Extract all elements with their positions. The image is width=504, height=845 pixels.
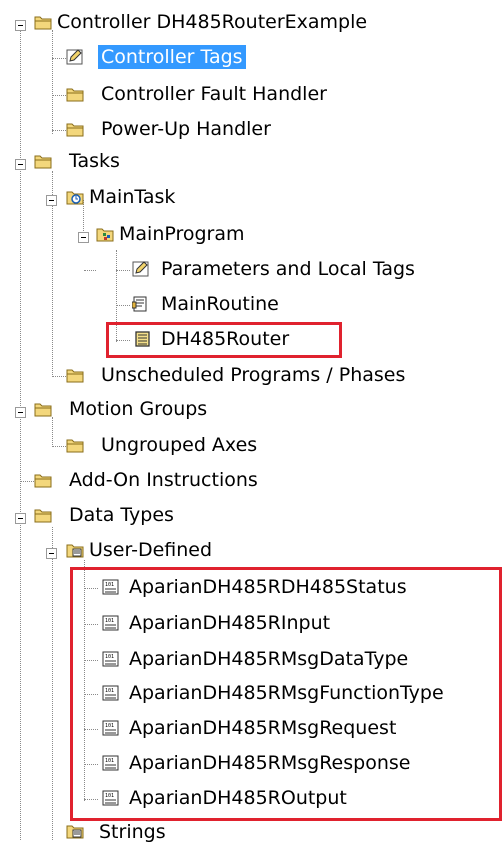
tree-node-controller-tags[interactable]: Controller Tags bbox=[0, 43, 280, 73]
tree-label: MainProgram bbox=[119, 223, 245, 245]
folder-icon bbox=[66, 123, 84, 137]
tree-node-main-routine[interactable]: MainRoutine bbox=[0, 290, 310, 320]
collapse-icon[interactable] bbox=[15, 20, 26, 31]
tree-label: Controller DH485RouterExample bbox=[57, 11, 368, 33]
tree-node-data-types[interactable]: Data Types bbox=[0, 501, 220, 531]
tree-label: Add-On Instructions bbox=[69, 469, 258, 491]
tree-node-main-task[interactable]: MainTask bbox=[0, 183, 220, 213]
tree-label: Controller Fault Handler bbox=[101, 83, 327, 105]
folder-icon bbox=[34, 403, 52, 417]
tree-label: MainRoutine bbox=[161, 293, 279, 315]
tree-label: Unscheduled Programs / Phases bbox=[101, 364, 406, 386]
tree-node-parameters-local-tags[interactable]: Parameters and Local Tags bbox=[0, 255, 460, 285]
folder-icon bbox=[66, 439, 84, 453]
highlight-box bbox=[70, 567, 502, 821]
collapse-icon[interactable] bbox=[46, 548, 57, 559]
tree-label: Parameters and Local Tags bbox=[161, 258, 415, 280]
tree-node-add-on-instructions[interactable]: Add-On Instructions bbox=[0, 466, 300, 496]
tree-node-power-up-handler[interactable]: Power-Up Handler bbox=[0, 115, 320, 145]
folder-icon bbox=[34, 155, 52, 169]
tree-node-unscheduled-programs[interactable]: Unscheduled Programs / Phases bbox=[0, 361, 450, 391]
collapse-icon[interactable] bbox=[46, 195, 57, 206]
collapse-icon[interactable] bbox=[15, 513, 26, 524]
controller-organizer-tree: Controller DH485RouterExample Controller… bbox=[0, 0, 504, 845]
folder-icon bbox=[34, 16, 52, 30]
tree-label: Tasks bbox=[69, 150, 120, 172]
program-icon bbox=[96, 228, 114, 242]
folder-icon bbox=[34, 509, 52, 523]
tags-icon bbox=[132, 261, 149, 277]
folder-icon bbox=[34, 474, 52, 488]
tree-label: Data Types bbox=[69, 504, 174, 526]
tree-node-main-program[interactable]: MainProgram bbox=[0, 220, 260, 250]
collapse-icon[interactable] bbox=[15, 407, 26, 418]
tree-node-controller[interactable]: Controller DH485RouterExample bbox=[0, 8, 380, 38]
tree-node-controller-fault-handler[interactable]: Controller Fault Handler bbox=[0, 80, 380, 110]
tree-node-user-defined[interactable]: User-Defined bbox=[0, 536, 260, 566]
tree-label: Ungrouped Axes bbox=[101, 434, 258, 456]
datatype-icon bbox=[66, 544, 84, 558]
tree-label: MainTask bbox=[89, 186, 176, 208]
tree-node-tasks[interactable]: Tasks bbox=[0, 147, 200, 177]
tree-label: User-Defined bbox=[89, 539, 213, 561]
folder-icon bbox=[66, 369, 84, 383]
collapse-icon[interactable] bbox=[15, 159, 26, 170]
highlight-box bbox=[106, 322, 342, 358]
routine-icon bbox=[132, 296, 147, 312]
tree-label: Strings bbox=[99, 821, 166, 843]
tree-label: Power-Up Handler bbox=[101, 118, 271, 140]
tree-node-ungrouped-axes[interactable]: Ungrouped Axes bbox=[0, 431, 290, 461]
task-icon bbox=[66, 191, 84, 205]
tree-label: Motion Groups bbox=[69, 398, 208, 420]
collapse-icon[interactable] bbox=[78, 232, 89, 243]
tree-node-strings[interactable]: Strings bbox=[0, 820, 200, 845]
folder-icon bbox=[66, 88, 84, 102]
tree-label: Controller Tags bbox=[98, 45, 246, 69]
datatype-icon bbox=[66, 825, 84, 839]
tags-icon bbox=[66, 49, 83, 65]
tree-node-motion-groups[interactable]: Motion Groups bbox=[0, 395, 240, 425]
